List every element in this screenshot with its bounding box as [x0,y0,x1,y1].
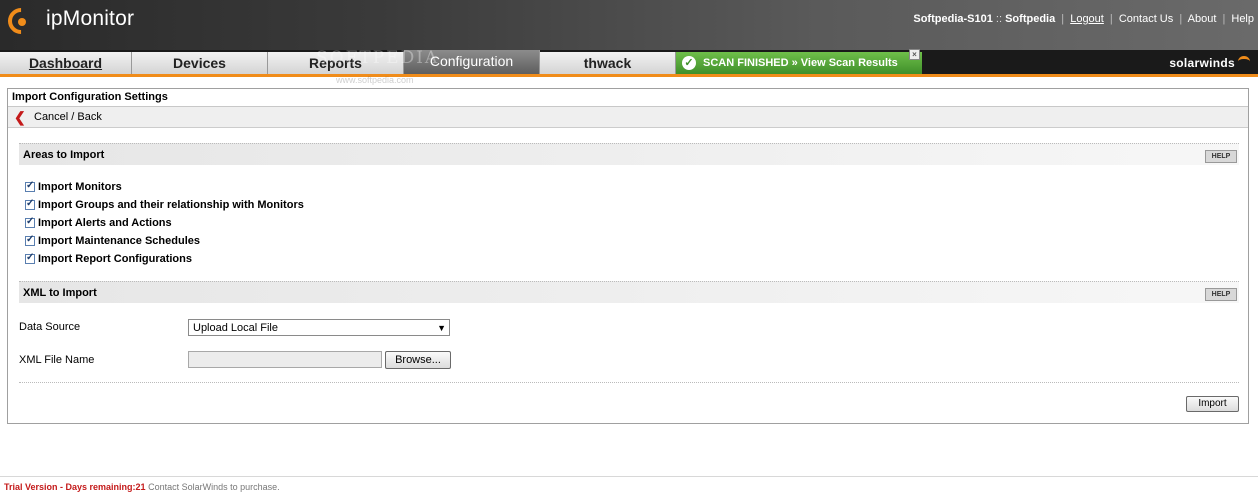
import-button[interactable]: Import [1186,396,1239,412]
import-panel: Import Configuration Settings ❮ Cancel /… [7,88,1249,424]
check-circle-icon: ✓ [682,56,696,70]
import-reports-checkbox[interactable] [25,252,35,264]
tab-dashboard[interactable]: Dashboard [0,52,132,74]
import-alerts-option[interactable]: Import Alerts and Actions [25,215,172,231]
help-button[interactable]: HELP [1205,150,1237,163]
app-logo[interactable]: ipMonitor [2,2,135,40]
username: Softpedia-S101 [913,13,993,25]
ipmonitor-logo-icon [2,2,40,40]
xml-file-name-label: XML File Name [19,354,95,366]
section-title: XML to Import [23,287,97,299]
scan-results-label: SCAN FINISHED » View Scan Results [703,57,898,69]
checkbox-label: Import Groups and their relationship wit… [38,199,304,211]
header-links: Softpedia-S101 :: Softpedia | Logout | C… [913,13,1254,25]
areas-to-import-header: Areas to Import HELP [19,143,1239,165]
app-name: ipMonitor [46,7,135,30]
browse-button[interactable]: Browse... [385,351,451,369]
chevron-down-icon: ▼ [437,323,446,333]
softpedia-watermark-url: www.softpedia.com [336,75,414,85]
import-maintenance-checkbox[interactable] [25,234,35,246]
checkbox-label: Import Report Configurations [38,253,192,265]
xml-file-name-field[interactable] [188,351,382,368]
back-arrow-icon: ❮ [14,109,26,125]
import-groups-option[interactable]: Import Groups and their relationship wit… [25,197,304,213]
close-icon[interactable]: × [909,49,920,60]
about-link[interactable]: About [1188,13,1217,25]
import-alerts-checkbox[interactable] [25,216,35,228]
import-maintenance-option[interactable]: Import Maintenance Schedules [25,233,200,249]
help-button[interactable]: HELP [1205,288,1237,301]
section-title: Areas to Import [23,149,105,161]
help-link[interactable]: Help [1231,13,1254,25]
tab-thwack[interactable]: thwack [540,52,676,74]
data-source-label: Data Source [19,321,81,333]
org-name: Softpedia [1005,13,1056,25]
import-monitors-checkbox[interactable] [25,180,35,192]
data-source-select[interactable]: Upload Local File ▼ [188,319,450,336]
cancel-back-button[interactable]: ❮ Cancel / Back [8,107,1248,128]
footer-divider [0,476,1258,477]
main-nav: Dashboard Devices Reports Configuration … [0,49,1258,77]
top-header: ipMonitor Softpedia-S101 :: Softpedia | … [0,0,1258,50]
contact-us-link[interactable]: Contact Us [1119,13,1173,25]
divider [19,382,1239,383]
xml-to-import-header: XML to Import HELP [19,281,1239,303]
logout-link[interactable]: Logout [1070,13,1104,25]
import-reports-option[interactable]: Import Report Configurations [25,251,192,267]
contact-purchase-text: Contact SolarWinds to purchase. [148,482,280,492]
softpedia-watermark: SOFTPEDIA [316,48,440,68]
checkbox-label: Import Maintenance Schedules [38,235,200,247]
checkbox-label: Import Alerts and Actions [38,217,172,229]
import-groups-checkbox[interactable] [25,198,35,210]
checkbox-label: Import Monitors [38,181,122,193]
footer: Trial Version - Days remaining:21 Contac… [4,482,280,492]
data-source-value: Upload Local File [193,322,278,334]
solarwinds-logo: solarwinds [1169,56,1250,70]
scan-results-tab[interactable]: ✓ SCAN FINISHED » View Scan Results × [676,49,922,74]
tab-devices[interactable]: Devices [132,52,268,74]
import-monitors-option[interactable]: Import Monitors [25,179,122,195]
user-separator: :: [995,13,1003,25]
trial-status: Trial Version - Days remaining:21 [4,482,146,492]
panel-title: Import Configuration Settings [8,89,1248,107]
cancel-back-label: Cancel / Back [34,111,102,123]
solarwinds-flame-icon [1238,56,1250,67]
